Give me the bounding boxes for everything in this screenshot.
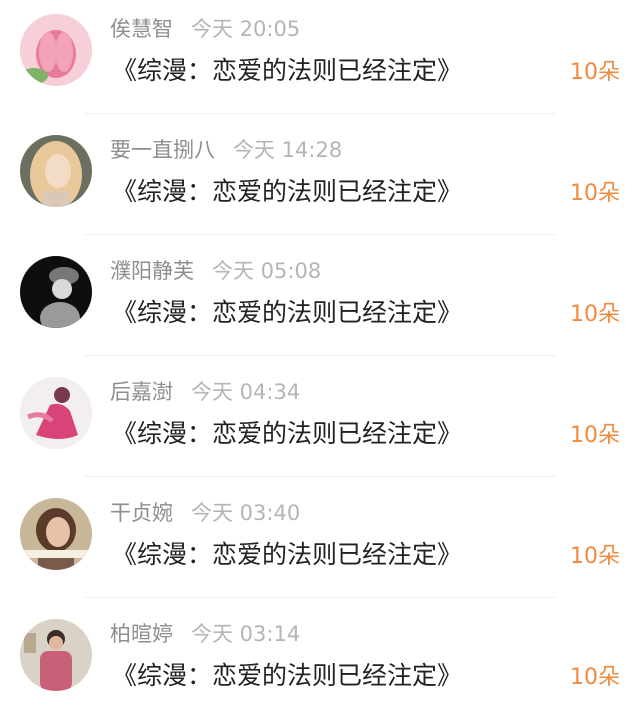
divider (84, 355, 556, 356)
list-item[interactable]: 俟慧智 今天 20:05 《综漫：恋爱的法则已经注定》 10朵 (0, 0, 640, 121)
list-item[interactable]: 后嘉澍 今天 04:34 《综漫：恋爱的法则已经注定》 10朵 (0, 363, 640, 484)
user-name[interactable]: 柏暄婷 (110, 622, 173, 646)
divider (84, 113, 556, 114)
divider (84, 234, 556, 235)
user-name[interactable]: 俟慧智 (110, 17, 173, 41)
person-with-hat-avatar[interactable] (20, 256, 92, 328)
pink-dress-avatar[interactable] (20, 377, 92, 449)
divider (84, 476, 556, 477)
timestamp: 今天 03:14 (191, 622, 301, 646)
item-meta: 柏暄婷 今天 03:14 (110, 619, 300, 649)
flower-count: 10朵 (570, 665, 620, 690)
list-item[interactable]: 要一直捌八 今天 14:28 《综漫：恋爱的法则已经注定》 10朵 (0, 121, 640, 242)
blonde-girl-avatar[interactable] (20, 135, 92, 207)
user-name[interactable]: 干贞婉 (110, 501, 173, 525)
elderly-woman-avatar[interactable] (20, 619, 92, 691)
girl-with-text-avatar[interactable] (20, 498, 92, 570)
divider (84, 597, 556, 598)
user-name[interactable]: 濮阳静芙 (110, 259, 194, 283)
timestamp: 今天 03:40 (191, 501, 301, 525)
book-title[interactable]: 《综漫：恋爱的法则已经注定》 (112, 53, 462, 89)
list-item[interactable]: 濮阳静芙 今天 05:08 《综漫：恋爱的法则已经注定》 10朵 (0, 242, 640, 363)
lotus-flower-avatar[interactable] (20, 14, 92, 86)
item-meta: 濮阳静芙 今天 05:08 (110, 256, 321, 286)
timestamp: 今天 04:34 (191, 380, 301, 404)
book-title[interactable]: 《综漫：恋爱的法则已经注定》 (112, 537, 462, 573)
item-meta: 要一直捌八 今天 14:28 (110, 135, 342, 165)
user-name[interactable]: 要一直捌八 (110, 138, 215, 162)
timestamp: 今天 20:05 (191, 17, 301, 41)
book-title[interactable]: 《综漫：恋爱的法则已经注定》 (112, 295, 462, 331)
flower-count: 10朵 (570, 302, 620, 327)
user-name[interactable]: 后嘉澍 (110, 380, 173, 404)
flower-count: 10朵 (570, 423, 620, 448)
book-title[interactable]: 《综漫：恋爱的法则已经注定》 (112, 174, 462, 210)
item-meta: 后嘉澍 今天 04:34 (110, 377, 300, 407)
timestamp: 今天 14:28 (233, 138, 343, 162)
gift-record-list: 俟慧智 今天 20:05 《综漫：恋爱的法则已经注定》 10朵 要一直捌八 今天 1… (0, 0, 640, 725)
item-meta: 干贞婉 今天 03:40 (110, 498, 300, 528)
timestamp: 今天 05:08 (212, 259, 322, 283)
flower-count: 10朵 (570, 181, 620, 206)
item-meta: 俟慧智 今天 20:05 (110, 14, 300, 44)
book-title[interactable]: 《综漫：恋爱的法则已经注定》 (112, 416, 462, 452)
list-item[interactable]: 干贞婉 今天 03:40 《综漫：恋爱的法则已经注定》 10朵 (0, 484, 640, 605)
book-title[interactable]: 《综漫：恋爱的法则已经注定》 (112, 658, 462, 694)
flower-count: 10朵 (570, 60, 620, 85)
list-item[interactable]: 柏暄婷 今天 03:14 《综漫：恋爱的法则已经注定》 10朵 (0, 605, 640, 726)
flower-count: 10朵 (570, 544, 620, 569)
